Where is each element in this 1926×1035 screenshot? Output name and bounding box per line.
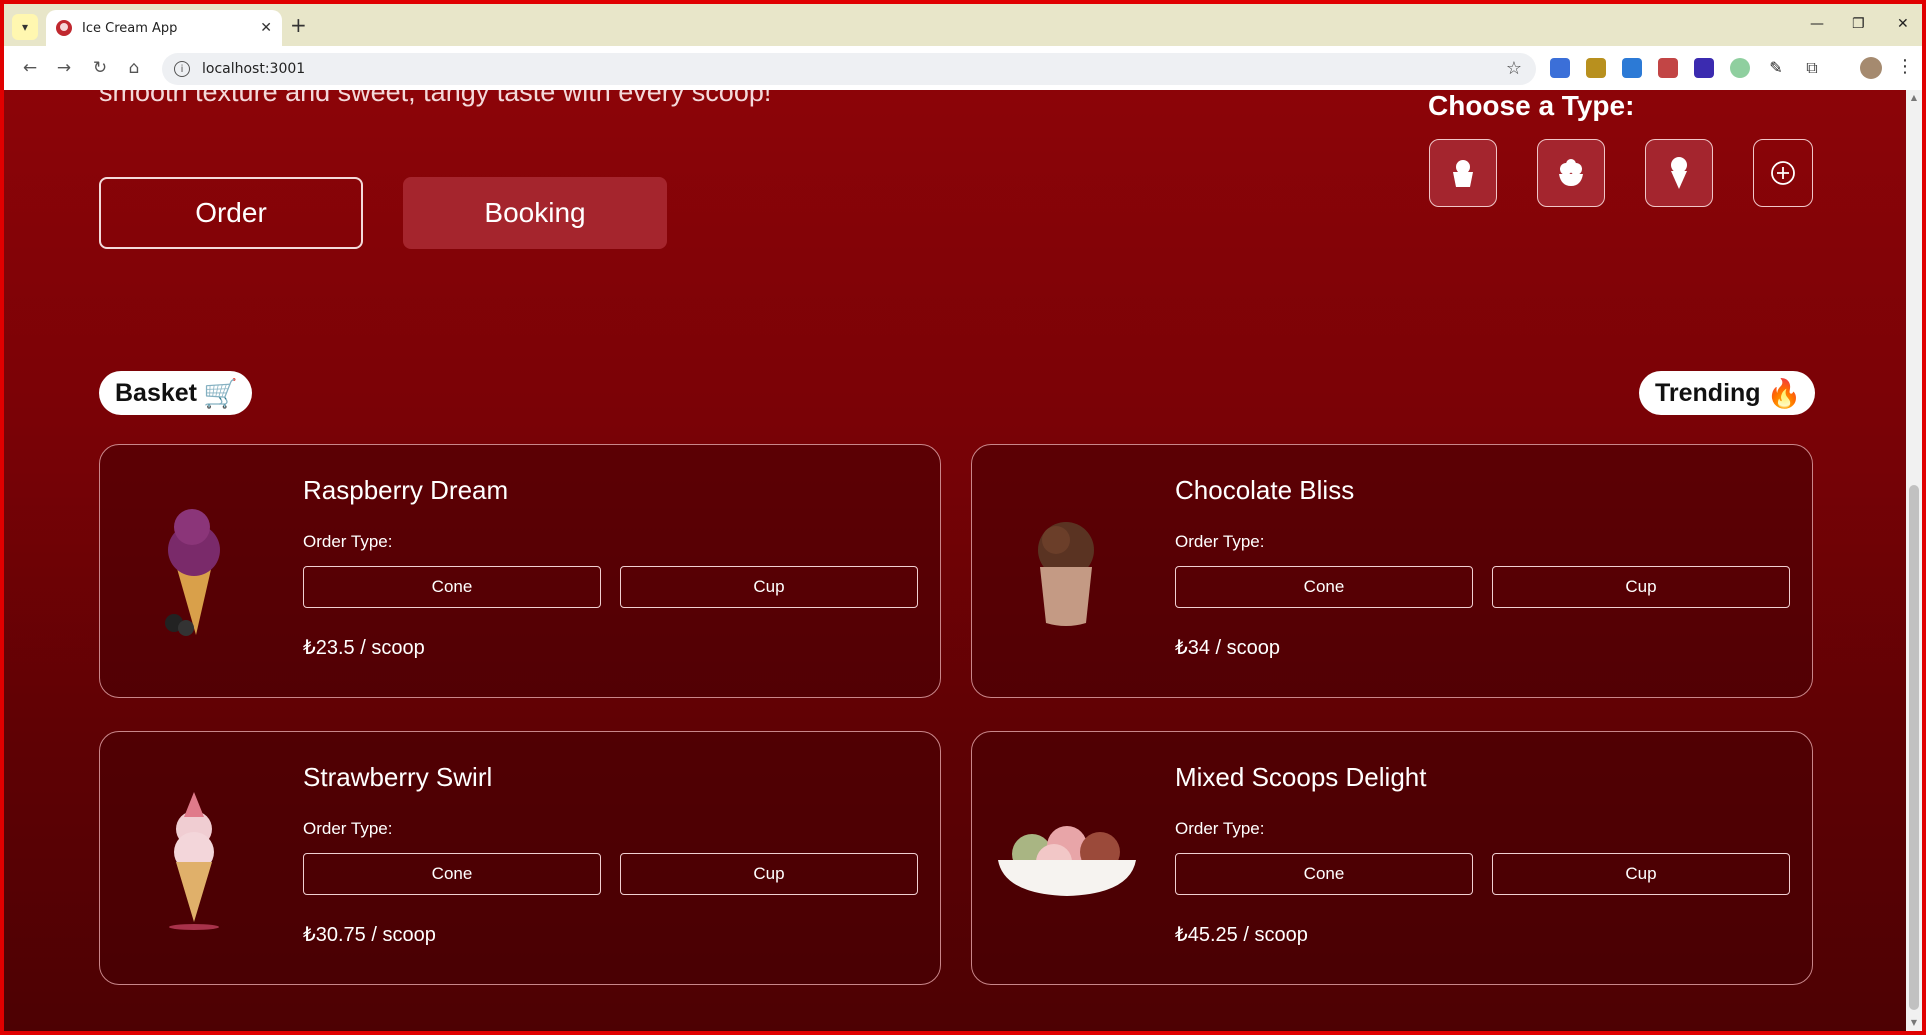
order-type-label: Order Type: bbox=[1175, 819, 1265, 838]
bookmark-star-icon[interactable]: ☆ bbox=[1506, 58, 1522, 79]
cart-icon: 🛒 bbox=[203, 377, 238, 409]
browser-tab[interactable]: Ice Cream App ✕ bbox=[46, 10, 282, 46]
reload-icon[interactable]: ↻ bbox=[88, 56, 112, 80]
product-card[interactable]: Strawberry Swirl Order Type: Cone Cup ₺3… bbox=[99, 731, 941, 985]
extensions-puzzle-icon[interactable]: ⧉ bbox=[1802, 58, 1822, 78]
scroll-up-icon[interactable]: ▲ bbox=[1906, 90, 1922, 106]
basket-button[interactable]: Basket 🛒 bbox=[99, 371, 252, 415]
extension-icon[interactable] bbox=[1694, 58, 1714, 78]
tab-search-dropdown-icon[interactable]: ▾ bbox=[12, 14, 38, 40]
chocolate-cup-image bbox=[996, 475, 1136, 665]
back-icon[interactable]: ← bbox=[18, 56, 42, 80]
basket-label: Basket bbox=[115, 378, 197, 407]
extension-icon[interactable] bbox=[1658, 58, 1678, 78]
page-scrollbar[interactable]: ▲ ▼ bbox=[1906, 90, 1922, 1031]
close-tab-icon[interactable]: ✕ bbox=[260, 20, 272, 36]
home-icon[interactable]: ⌂ bbox=[122, 56, 146, 80]
product-card[interactable]: Mixed Scoops Delight Order Type: Cone Cu… bbox=[971, 731, 1813, 985]
product-name: Chocolate Bliss bbox=[1175, 475, 1355, 505]
trending-label: Trending bbox=[1655, 378, 1761, 407]
add-type-button[interactable] bbox=[1753, 139, 1813, 207]
product-name: Raspberry Dream bbox=[303, 475, 509, 505]
extension-icon[interactable] bbox=[1586, 58, 1606, 78]
order-type-label: Order Type: bbox=[303, 819, 393, 838]
type-cup-button[interactable] bbox=[1429, 139, 1497, 207]
fire-icon: 🔥 bbox=[1766, 377, 1802, 409]
cup-option-button[interactable]: Cup bbox=[1492, 853, 1790, 895]
eyedropper-icon[interactable]: ✎ bbox=[1766, 58, 1786, 78]
new-tab-icon[interactable]: + bbox=[290, 15, 307, 35]
restore-icon[interactable]: ❐ bbox=[1852, 16, 1865, 32]
tab-title: Ice Cream App bbox=[82, 20, 178, 36]
scroll-thumb[interactable] bbox=[1909, 485, 1919, 1010]
product-price: ₺34 / scoop bbox=[1175, 637, 1281, 659]
product-price: ₺23.5 / scoop bbox=[303, 637, 425, 659]
browser-toolbar: ← → ↻ ⌂ i localhost:3001 ☆ ✎ ⧉ ⋮ bbox=[4, 46, 1922, 90]
trending-button[interactable]: Trending 🔥 bbox=[1639, 371, 1816, 415]
product-price: ₺30.75 / scoop bbox=[303, 924, 436, 946]
cone-option-button[interactable]: Cone bbox=[1175, 853, 1473, 895]
translate-extension-icon[interactable] bbox=[1550, 58, 1570, 78]
type-bowl-button[interactable] bbox=[1537, 139, 1605, 207]
choose-type-label: Choose a Type: bbox=[1428, 90, 1635, 121]
product-name: Mixed Scoops Delight bbox=[1175, 762, 1427, 792]
order-type-label: Order Type: bbox=[1175, 532, 1265, 551]
product-card[interactable]: Chocolate Bliss Order Type: Cone Cup ₺34… bbox=[971, 444, 1813, 698]
site-info-icon[interactable]: i bbox=[174, 61, 190, 77]
order-type-label: Order Type: bbox=[303, 532, 393, 551]
mixed-scoops-bowl-image bbox=[992, 762, 1142, 952]
profile-avatar[interactable] bbox=[1860, 57, 1882, 79]
browser-menu-icon[interactable]: ⋮ bbox=[1896, 56, 1914, 77]
cone-icon bbox=[1671, 157, 1687, 189]
strawberry-cone-image bbox=[124, 762, 264, 952]
cup-option-button[interactable]: Cup bbox=[1492, 566, 1790, 608]
add-icon bbox=[1771, 161, 1795, 185]
scroll-down-icon[interactable]: ▼ bbox=[1906, 1015, 1922, 1031]
cone-option-button[interactable]: Cone bbox=[303, 566, 601, 608]
type-cone-button[interactable] bbox=[1645, 139, 1713, 207]
close-window-icon[interactable]: ✕ bbox=[1897, 16, 1909, 32]
order-button[interactable]: Order bbox=[99, 177, 363, 249]
cup-icon bbox=[1453, 160, 1473, 187]
cup-option-button[interactable]: Cup bbox=[620, 566, 918, 608]
extension-icon[interactable] bbox=[1622, 58, 1642, 78]
cup-option-button[interactable]: Cup bbox=[620, 853, 918, 895]
hero-description: smooth texture and sweet, tangy taste wi… bbox=[99, 90, 772, 107]
forward-icon[interactable]: → bbox=[52, 56, 76, 80]
address-bar[interactable]: i localhost:3001 ☆ bbox=[162, 53, 1536, 85]
url-text: localhost:3001 bbox=[202, 61, 306, 77]
bowl-icon bbox=[1559, 159, 1583, 186]
extension-icon[interactable] bbox=[1730, 58, 1750, 78]
cone-option-button[interactable]: Cone bbox=[1175, 566, 1473, 608]
product-name: Strawberry Swirl bbox=[303, 762, 493, 792]
booking-button[interactable]: Booking bbox=[403, 177, 667, 249]
cone-option-button[interactable]: Cone bbox=[303, 853, 601, 895]
ice-cream-favicon-icon bbox=[56, 20, 72, 36]
product-card[interactable]: Raspberry Dream Order Type: Cone Cup ₺23… bbox=[99, 444, 941, 698]
tab-bar: ▾ Ice Cream App ✕ + — ❐ ✕ bbox=[4, 4, 1922, 46]
raspberry-cone-image bbox=[124, 475, 264, 665]
minimize-icon[interactable]: — bbox=[1810, 16, 1824, 32]
page-viewport: smooth texture and sweet, tangy taste wi… bbox=[4, 90, 1906, 1031]
product-price: ₺45.25 / scoop bbox=[1175, 924, 1308, 946]
